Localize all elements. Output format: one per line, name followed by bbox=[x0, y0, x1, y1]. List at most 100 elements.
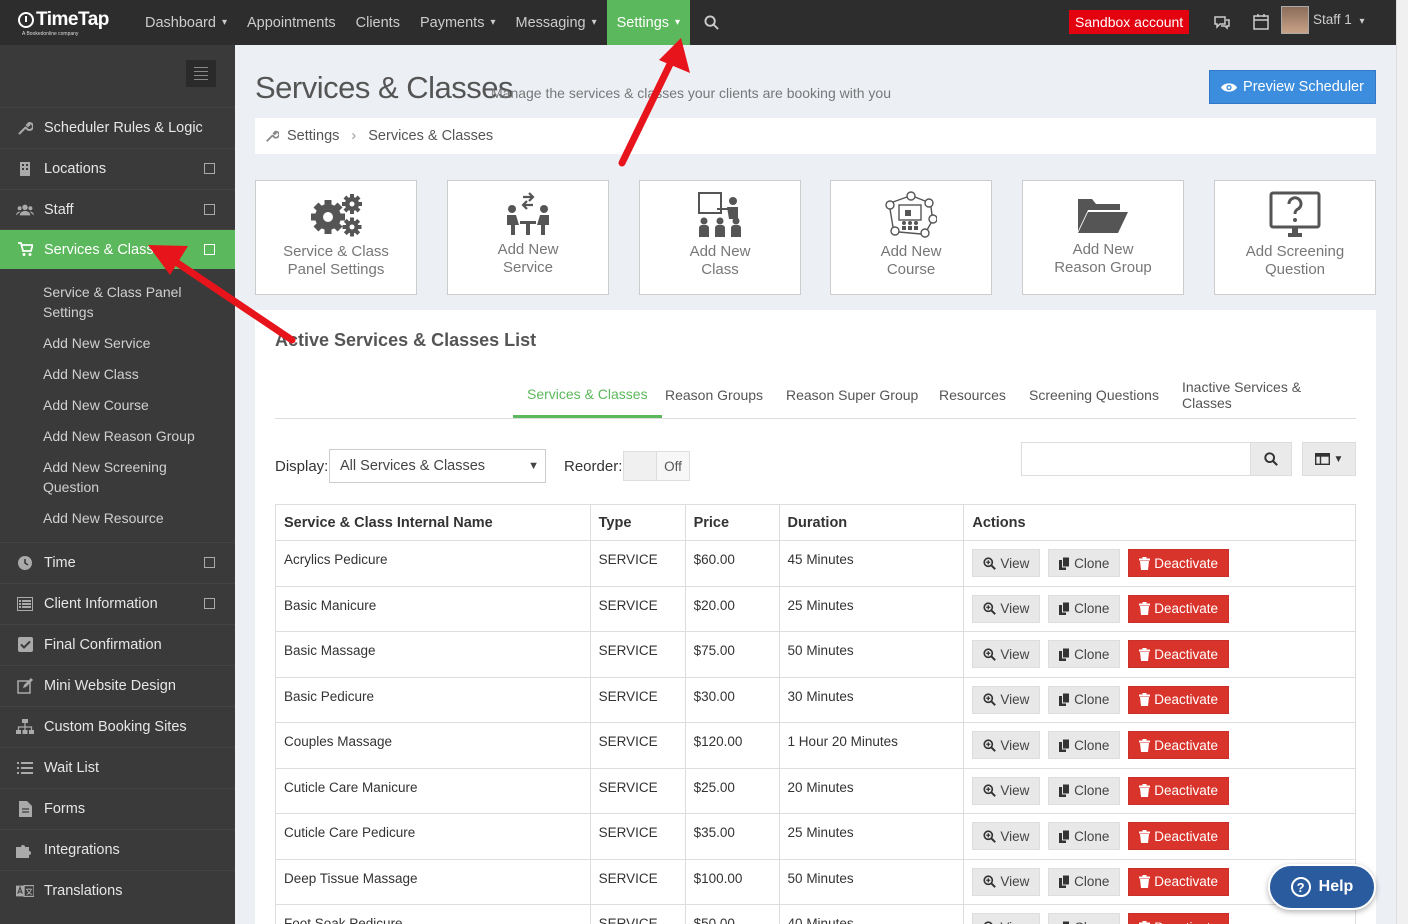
column-header-type[interactable]: Type bbox=[589, 504, 686, 541]
cell-name: Basic Pedicure bbox=[275, 676, 591, 723]
clone-button[interactable]: Clone bbox=[1048, 640, 1121, 668]
deactivate-button[interactable]: Deactivate bbox=[1128, 776, 1230, 805]
sidebar-subitem-add-class[interactable]: Add New Class bbox=[43, 364, 223, 384]
sidebar-item-locations[interactable]: Locations bbox=[0, 148, 235, 188]
tile-add-screening-question[interactable]: Add Screening Question bbox=[1214, 180, 1376, 295]
expand-square-icon[interactable] bbox=[204, 244, 215, 255]
sidebar-item-forms[interactable]: Forms bbox=[0, 788, 235, 828]
tile-add-reason-group[interactable]: Add New Reason Group bbox=[1022, 180, 1184, 295]
tile-add-service[interactable]: Add New Service bbox=[447, 180, 609, 295]
sidebar-subitem-panel-settings[interactable]: Service & Class Panel Settings bbox=[43, 282, 223, 322]
nav-payments[interactable]: Payments ▾ bbox=[410, 0, 506, 45]
timetap-logo[interactable]: TimeTap A Bookedonline company bbox=[0, 0, 135, 45]
display-select[interactable]: All Services & Classes ▼ bbox=[329, 449, 546, 483]
sidebar-item-integrations[interactable]: Integrations bbox=[0, 829, 235, 869]
sidebar-item-staff[interactable]: Staff bbox=[0, 189, 235, 229]
copy-icon bbox=[1059, 602, 1071, 615]
deactivate-button[interactable]: Deactivate bbox=[1128, 640, 1230, 668]
sidebar-item-wait-list[interactable]: Wait List bbox=[0, 747, 235, 787]
sidebar-item-services-classes[interactable]: Services & Classes bbox=[0, 229, 244, 269]
sidebar-toggle-button[interactable] bbox=[186, 60, 216, 87]
column-header-duration[interactable]: Duration bbox=[778, 504, 965, 541]
preview-scheduler-button[interactable]: Preview Scheduler bbox=[1209, 70, 1376, 104]
user-menu[interactable]: Staff 1 ▾ bbox=[1313, 12, 1365, 27]
sidebar-item-translations[interactable]: Translations bbox=[0, 870, 235, 910]
tile-add-class[interactable]: Add New Class bbox=[639, 180, 801, 295]
tab-inactive-services[interactable]: Inactive Services & Classes bbox=[1168, 372, 1356, 418]
view-button[interactable]: View bbox=[972, 594, 1041, 623]
building-icon bbox=[16, 161, 34, 177]
deactivate-button[interactable]: Deactivate bbox=[1128, 822, 1230, 850]
deactivate-button[interactable]: Deactivate bbox=[1128, 731, 1230, 759]
deactivate-button[interactable]: Deactivate bbox=[1128, 594, 1230, 623]
search-input[interactable] bbox=[1021, 442, 1251, 476]
cell-price: $20.00 bbox=[684, 585, 780, 632]
view-button[interactable]: View bbox=[972, 685, 1041, 714]
calendar-icon[interactable] bbox=[1251, 12, 1271, 32]
help-button[interactable]: ? Help bbox=[1268, 864, 1376, 910]
deactivate-button[interactable]: Deactivate bbox=[1128, 549, 1230, 577]
view-button[interactable]: View bbox=[972, 867, 1041, 896]
sidebar-item-scheduler-rules[interactable]: Scheduler Rules & Logic bbox=[0, 107, 235, 147]
clone-button[interactable]: Clone bbox=[1048, 822, 1121, 850]
view-button[interactable]: View bbox=[972, 822, 1041, 850]
sidebar-subitem-add-screening-question[interactable]: Add New Screening Question bbox=[43, 457, 223, 497]
view-button[interactable]: View bbox=[972, 776, 1041, 805]
tab-reason-groups[interactable]: Reason Groups bbox=[651, 372, 777, 418]
nav-clients[interactable]: Clients bbox=[346, 0, 410, 45]
tile-panel-settings[interactable]: Service & Class Panel Settings bbox=[255, 180, 417, 295]
clone-button[interactable]: Clone bbox=[1048, 913, 1121, 924]
sidebar-item-time[interactable]: Time bbox=[0, 542, 235, 582]
sidebar-subitem-add-course[interactable]: Add New Course bbox=[43, 395, 223, 415]
clone-button[interactable]: Clone bbox=[1048, 685, 1121, 714]
deactivate-button[interactable]: Deactivate bbox=[1128, 685, 1230, 714]
sidebar-subitem-add-reason-group[interactable]: Add New Reason Group bbox=[43, 426, 223, 446]
reorder-toggle[interactable]: Off bbox=[623, 451, 690, 481]
user-avatar[interactable] bbox=[1281, 6, 1309, 34]
tab-services-classes[interactable]: Services & Classes bbox=[513, 372, 662, 418]
column-header-name[interactable]: Service & Class Internal Name bbox=[275, 504, 591, 541]
clone-button[interactable]: Clone bbox=[1048, 549, 1121, 577]
cell-name: Foot Soak Pedicure bbox=[275, 904, 591, 924]
tab-resources[interactable]: Resources bbox=[925, 372, 1020, 418]
breadcrumb: Settings › Services & Classes bbox=[255, 118, 1376, 154]
expand-square-icon[interactable] bbox=[204, 557, 215, 568]
clone-button[interactable]: Clone bbox=[1048, 594, 1121, 623]
column-header-price[interactable]: Price bbox=[684, 504, 780, 541]
sitemap-icon bbox=[16, 718, 34, 735]
view-button[interactable]: View bbox=[972, 640, 1041, 668]
clone-button[interactable]: Clone bbox=[1048, 867, 1121, 896]
tile-add-course[interactable]: Add New Course bbox=[830, 180, 992, 295]
clone-button[interactable]: Clone bbox=[1048, 776, 1121, 805]
deactivate-button[interactable]: Deactivate bbox=[1128, 913, 1230, 924]
view-button[interactable]: View bbox=[972, 731, 1041, 759]
tab-screening-questions[interactable]: Screening Questions bbox=[1015, 372, 1173, 418]
clone-button[interactable]: Clone bbox=[1048, 731, 1121, 759]
tab-reason-super-group[interactable]: Reason Super Group bbox=[772, 372, 932, 418]
sidebar-item-final-confirmation[interactable]: Final Confirmation bbox=[0, 624, 235, 664]
nav-settings[interactable]: Settings ▾ bbox=[606, 0, 691, 45]
expand-square-icon[interactable] bbox=[204, 163, 215, 174]
sidebar-subitem-add-resource[interactable]: Add New Resource bbox=[43, 508, 223, 528]
nav-appointments[interactable]: Appointments bbox=[237, 0, 346, 45]
view-button[interactable]: View bbox=[972, 549, 1041, 577]
deactivate-button[interactable]: Deactivate bbox=[1128, 867, 1230, 896]
breadcrumb-settings[interactable]: Settings bbox=[287, 128, 339, 144]
sidebar-subitem-add-service[interactable]: Add New Service bbox=[43, 333, 223, 353]
sidebar-item-custom-booking-sites[interactable]: Custom Booking Sites bbox=[0, 706, 235, 746]
search-button[interactable] bbox=[1250, 442, 1292, 476]
expand-square-icon[interactable] bbox=[204, 204, 215, 215]
view-button[interactable]: View bbox=[972, 913, 1041, 924]
expand-square-icon[interactable] bbox=[204, 598, 215, 609]
nav-dashboard[interactable]: Dashboard ▾ bbox=[135, 0, 237, 45]
page-scrollbar[interactable] bbox=[1396, 0, 1408, 924]
nav-search-button[interactable] bbox=[690, 0, 733, 45]
nav-messaging[interactable]: Messaging ▾ bbox=[505, 0, 606, 45]
cell-actions: View Clone Deactivate bbox=[963, 813, 1356, 860]
sidebar-item-mini-website-design[interactable]: Mini Website Design bbox=[0, 665, 235, 705]
columns-toggle-button[interactable]: ▼ bbox=[1302, 442, 1356, 476]
sidebar-item-client-information[interactable]: Client Information bbox=[0, 583, 235, 623]
sandbox-badge[interactable]: Sandbox account bbox=[1069, 10, 1190, 34]
chat-icon[interactable] bbox=[1212, 12, 1232, 32]
cell-actions: View Clone Deactivate bbox=[963, 631, 1356, 678]
